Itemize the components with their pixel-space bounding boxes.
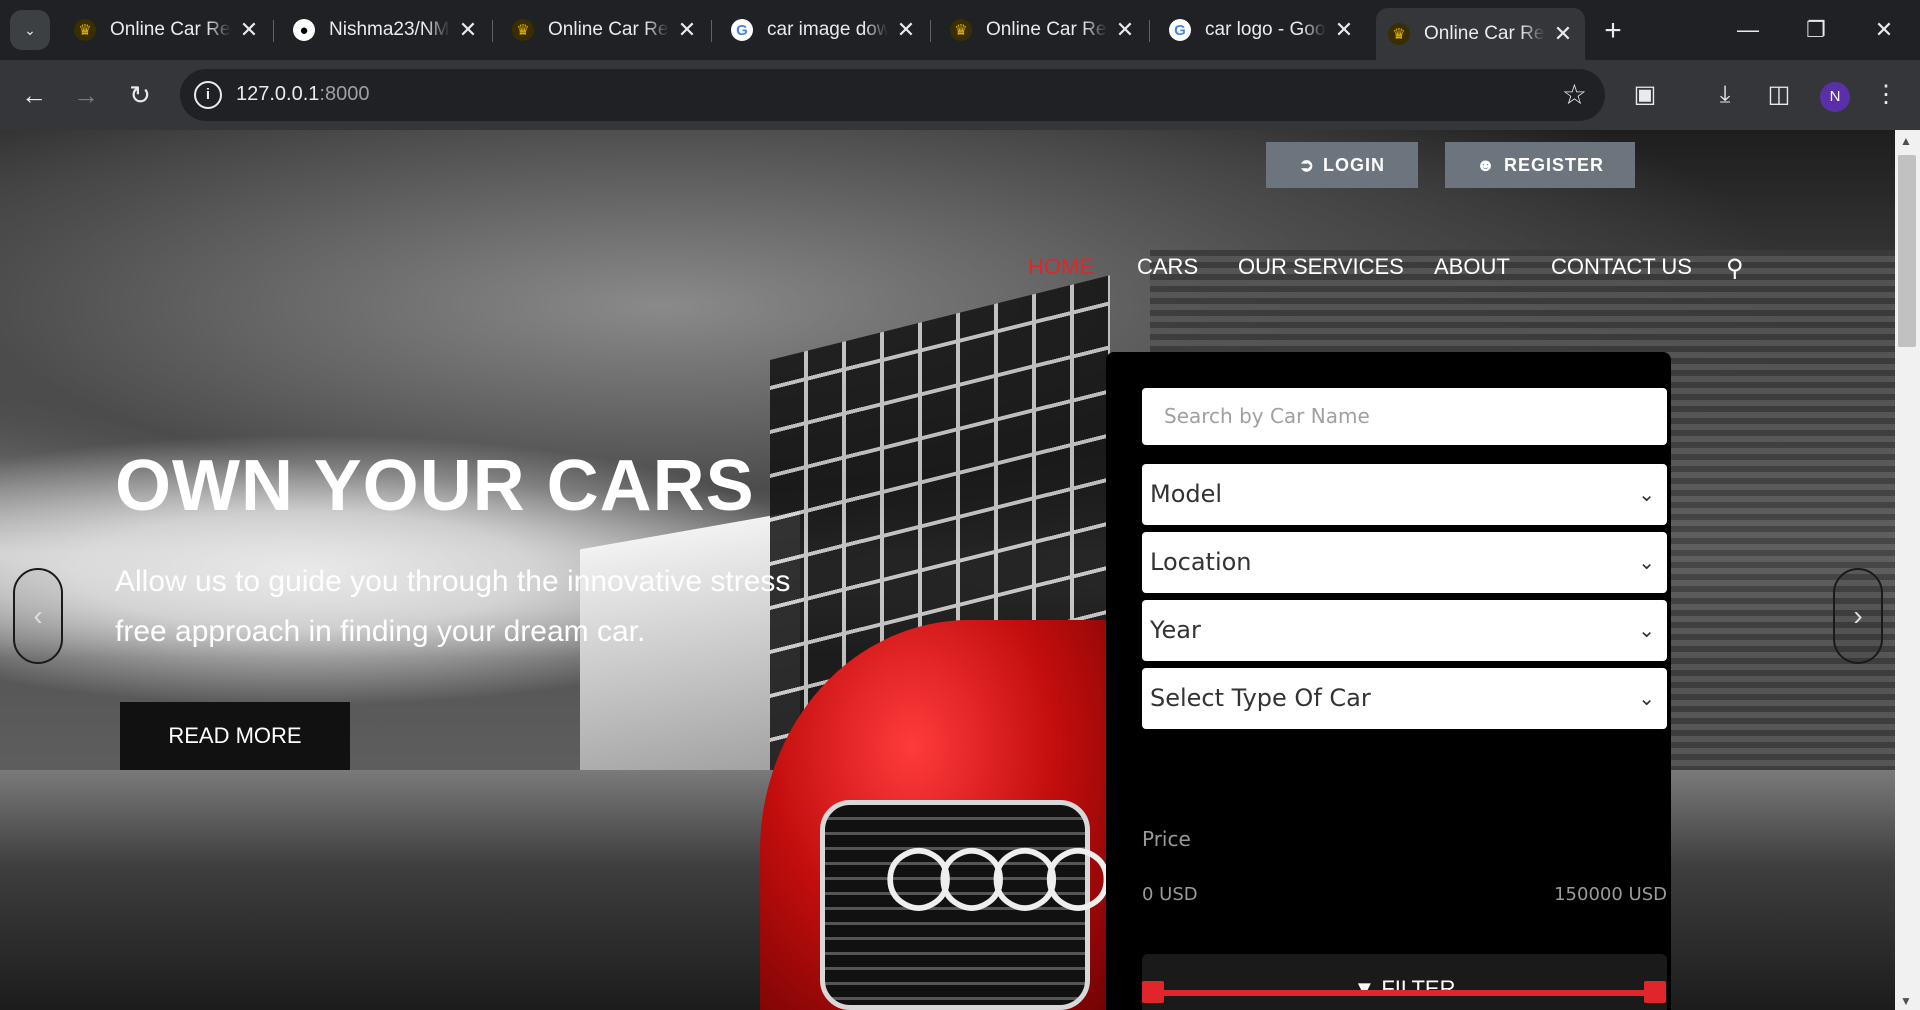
- user-plus-icon: ☻: [1476, 154, 1496, 175]
- tab-separator: [711, 20, 712, 42]
- close-tab-icon[interactable]: ✕: [458, 17, 478, 43]
- read-more-button[interactable]: READ MORE: [120, 702, 350, 770]
- year-select[interactable]: Year ⌄: [1142, 600, 1667, 661]
- nav-cars[interactable]: CARS: [1137, 254, 1198, 280]
- price-max-value: 150000 USD: [1554, 884, 1667, 905]
- back-button[interactable]: ←: [14, 75, 54, 115]
- chevron-right-icon: ›: [1853, 600, 1863, 631]
- minimize-button[interactable]: —: [1718, 10, 1778, 50]
- profile-avatar[interactable]: N: [1820, 82, 1850, 112]
- close-tab-icon[interactable]: ✕: [896, 17, 916, 43]
- kebab-menu-icon[interactable]: ⋮: [1866, 75, 1906, 115]
- google-icon: G: [731, 19, 753, 41]
- chevron-left-icon: ‹: [33, 600, 43, 631]
- hero-headline: OWN YOUR CARS: [115, 446, 755, 526]
- nav-about[interactable]: ABOUT: [1434, 254, 1510, 280]
- close-tab-icon[interactable]: ✕: [1553, 21, 1573, 47]
- tab-search-button[interactable]: ⌄: [10, 10, 50, 50]
- price-range-track[interactable]: [1150, 990, 1655, 996]
- reload-button[interactable]: ↻: [120, 75, 160, 115]
- close-tab-icon[interactable]: ✕: [1115, 17, 1135, 43]
- chevron-down-icon: ⌄: [1638, 550, 1655, 574]
- price-min-value: 0 USD: [1142, 884, 1198, 905]
- tab-strip: ⌄ ♛ Online Car Rental ✕ ● Nishma23/NM ✕ …: [0, 0, 1920, 60]
- scrollbar-thumb[interactable]: [1898, 155, 1916, 347]
- side-panel-icon[interactable]: ◫: [1759, 75, 1799, 115]
- site-logo-icon: ♛: [74, 19, 96, 41]
- price-range-max-handle[interactable]: [1644, 981, 1666, 1003]
- car-logo-rings: ◯◯◯◯: [885, 841, 1112, 908]
- browser-tab[interactable]: ● Nishma23/NM ✕: [281, 8, 490, 52]
- close-tab-icon[interactable]: ✕: [677, 17, 697, 43]
- close-tab-icon[interactable]: ✕: [239, 17, 259, 43]
- arrow-left-icon: ←: [21, 80, 47, 110]
- restore-button[interactable]: ❐: [1786, 10, 1846, 50]
- url-text: 127.0.0.1:8000: [236, 83, 370, 105]
- address-bar[interactable]: i 127.0.0.1:8000 ☆: [180, 69, 1605, 121]
- browser-tab[interactable]: ♛ Online Car Rental ✕: [62, 8, 271, 52]
- tab-separator: [930, 20, 931, 42]
- github-icon: ●: [293, 19, 315, 41]
- nav-our-services[interactable]: OUR SERVICES: [1238, 254, 1404, 280]
- browser-tab[interactable]: ♛ Online Car Rental ✕: [500, 8, 709, 52]
- carousel-next-button[interactable]: ›: [1833, 568, 1883, 664]
- reload-icon: ↻: [129, 80, 151, 110]
- arrow-right-icon: →: [73, 80, 99, 110]
- tab-separator: [492, 20, 493, 42]
- tab-separator: [1149, 20, 1150, 42]
- site-info-icon[interactable]: i: [194, 81, 222, 109]
- new-tab-button[interactable]: +: [1595, 14, 1631, 50]
- price-label: Price: [1142, 827, 1191, 851]
- car-type-select[interactable]: Select Type Of Car ⌄: [1142, 668, 1667, 729]
- sign-in-icon: ➲: [1298, 154, 1316, 175]
- hero-subtitle: Allow us to guide you through the innova…: [115, 565, 791, 648]
- bookmark-star-icon[interactable]: ☆: [1562, 78, 1587, 111]
- extensions-icon[interactable]: ▣: [1625, 75, 1665, 115]
- login-button[interactable]: ➲ LOGIN: [1266, 142, 1418, 188]
- download-icon[interactable]: ⤓: [1705, 75, 1745, 115]
- filter-icon: ▼: [1353, 976, 1376, 1001]
- browser-tab[interactable]: G car logo - Google ✕: [1157, 8, 1366, 52]
- car-name-search-input[interactable]: Search by Car Name: [1142, 388, 1667, 445]
- close-tab-icon[interactable]: ✕: [1334, 17, 1354, 43]
- forward-button[interactable]: →: [66, 75, 106, 115]
- location-select[interactable]: Location ⌄: [1142, 532, 1667, 593]
- chevron-down-icon: ⌄: [1638, 482, 1655, 506]
- register-button[interactable]: ☻ REGISTER: [1445, 142, 1635, 188]
- site-logo-icon: ♛: [1388, 23, 1410, 45]
- price-range-min-handle[interactable]: [1142, 981, 1164, 1003]
- chevron-down-icon: ⌄: [1638, 618, 1655, 642]
- site-logo-icon: ♛: [950, 19, 972, 41]
- browser-tab[interactable]: ♛ Online Car Rental ✕: [938, 8, 1147, 52]
- page-viewport: ◯◯◯◯ ➲ LOGIN ☻ REGISTER HOME CARS OUR SE…: [0, 130, 1895, 1010]
- filter-button[interactable]: ▼ FILTER: [1142, 954, 1667, 1010]
- nav-home[interactable]: HOME: [1028, 254, 1094, 280]
- scroll-down-arrow[interactable]: ▼: [1900, 994, 1912, 1008]
- car-search-panel: Search by Car Name Model ⌄ Location ⌄ Year…: [1106, 352, 1671, 1010]
- nav-contact-us[interactable]: CONTACT US: [1551, 254, 1692, 280]
- browser-toolbar: ← → ↻ i 127.0.0.1:8000 ☆ ▣ ⤓ ◫ ⋮: [0, 60, 1920, 130]
- carousel-prev-button[interactable]: ‹: [13, 568, 63, 664]
- tab-separator: [273, 20, 274, 42]
- google-icon: G: [1169, 19, 1191, 41]
- search-icon[interactable]: ⚲: [1726, 254, 1744, 283]
- close-window-button[interactable]: ✕: [1854, 10, 1914, 50]
- browser-chrome: ⌄ ♛ Online Car Rental ✕ ● Nishma23/NM ✕ …: [0, 0, 1920, 130]
- browser-tab-active[interactable]: ♛ Online Car Rental ✕: [1376, 8, 1585, 60]
- browser-tab[interactable]: G car image download ✕: [719, 8, 928, 52]
- scroll-up-arrow[interactable]: ▲: [1900, 134, 1912, 148]
- site-logo-icon: ♛: [512, 19, 534, 41]
- chevron-down-icon: ⌄: [24, 21, 36, 38]
- model-select[interactable]: Model ⌄: [1142, 464, 1667, 525]
- chevron-down-icon: ⌄: [1638, 686, 1655, 710]
